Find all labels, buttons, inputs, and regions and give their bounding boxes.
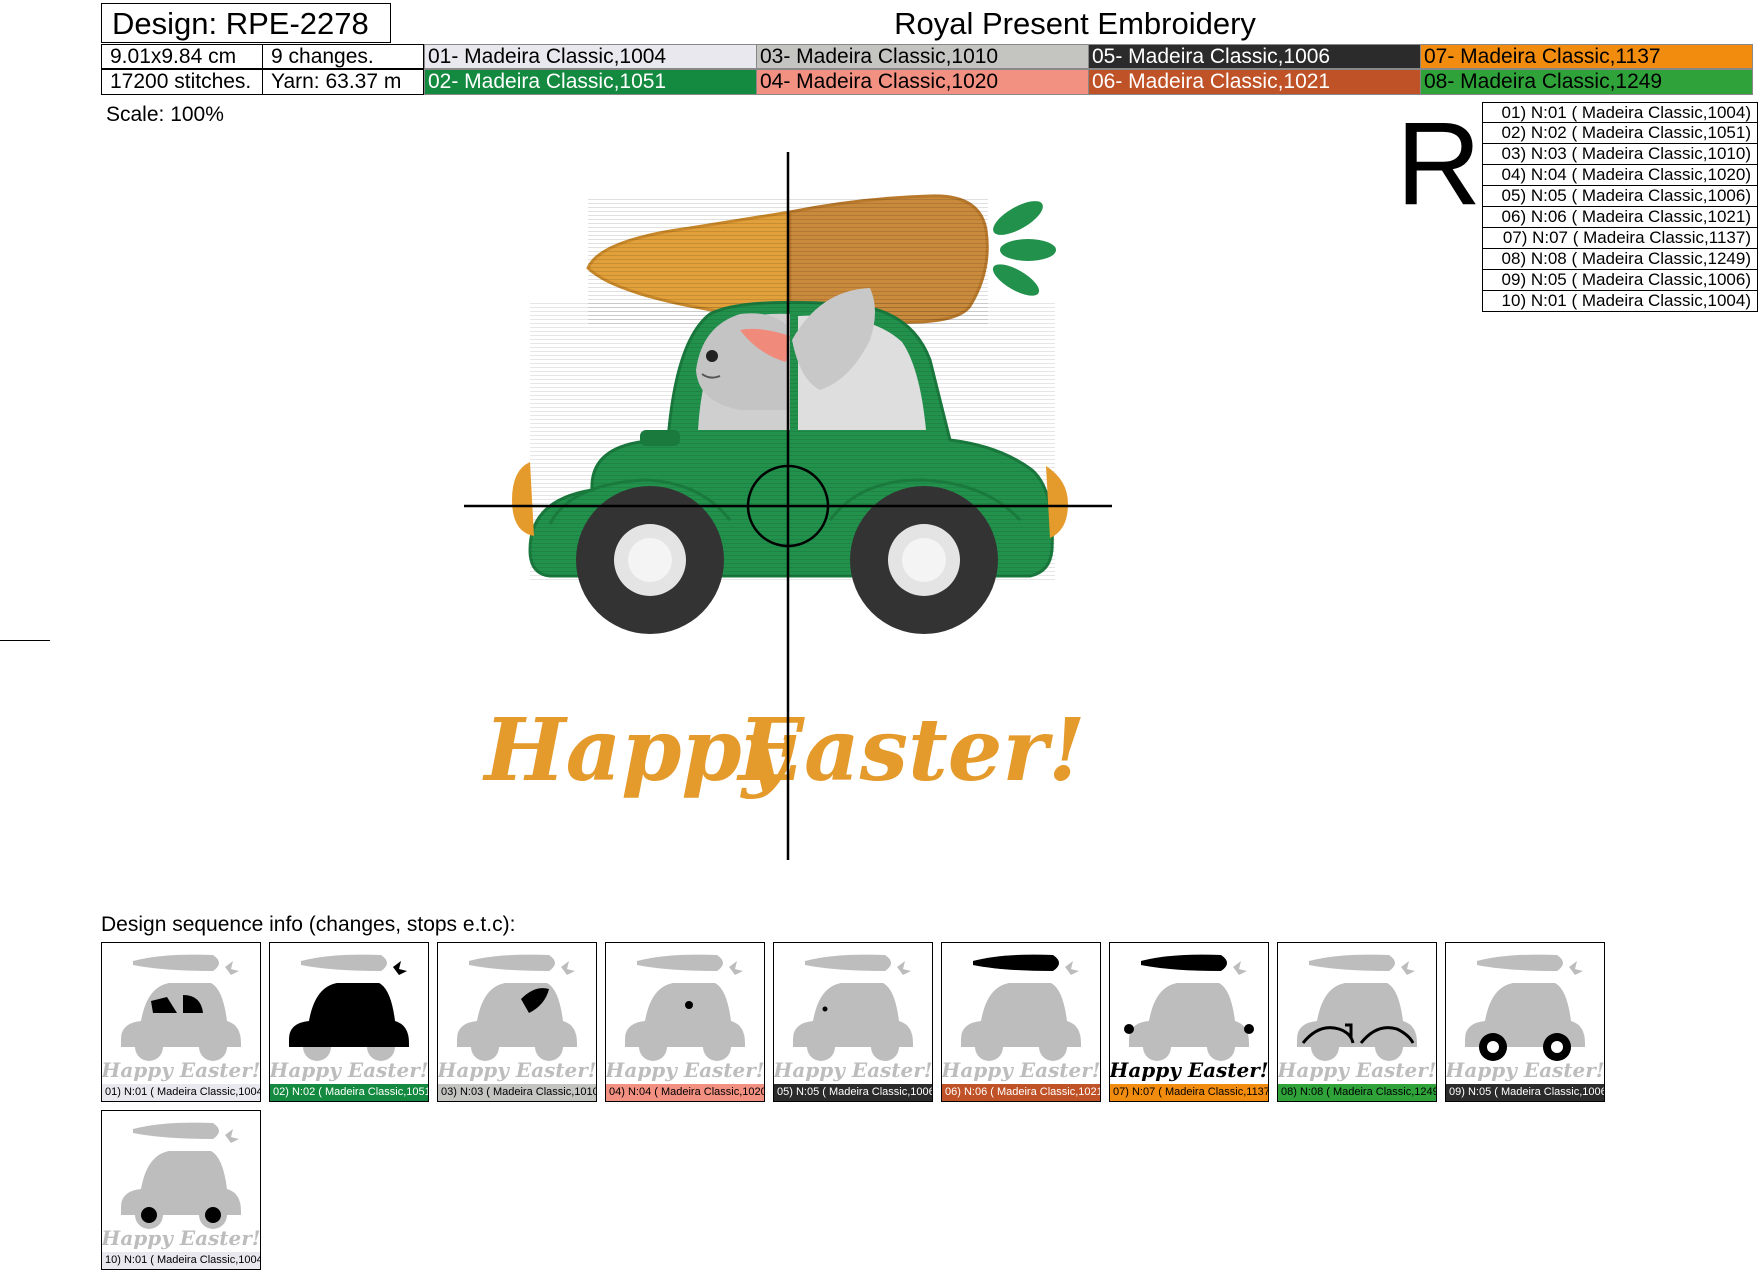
sequence-step-preview: Happy Easter! bbox=[606, 954, 764, 1082]
sequence-step-label: 02) N:02 ( Madeira Classic,1051) bbox=[270, 1084, 428, 1101]
color-swatch-4: 04- Madeira Classic,1020 bbox=[756, 69, 1089, 95]
color-swatch-5: 05- Madeira Classic,1006 bbox=[1088, 44, 1421, 69]
legend-row-9: 09) N:05 ( Madeira Classic,1006) bbox=[1482, 270, 1758, 291]
legend-row-2: 02) N:02 ( Madeira Classic,1051) bbox=[1482, 123, 1758, 144]
yarn-length: Yarn: 63.37 m bbox=[262, 69, 424, 95]
sequence-step-preview: Happy Easter! bbox=[102, 954, 260, 1082]
sequence-step-10: Happy Easter! 10) N:01 ( Madeira Classic… bbox=[101, 1110, 261, 1270]
legend-row-4: 04) N:04 ( Madeira Classic,1020) bbox=[1482, 165, 1758, 186]
sequence-step-label: 03) N:03 ( Madeira Classic,1010) bbox=[438, 1084, 596, 1101]
color-swatch-2: 02- Madeira Classic,1051 bbox=[424, 69, 757, 95]
sequence-step-text: Happy Easter! bbox=[102, 1226, 260, 1250]
design-artwork: Happy Easter! bbox=[464, 152, 1112, 860]
color-swatch-3: 03- Madeira Classic,1010 bbox=[756, 44, 1089, 69]
sequence-step-3: Happy Easter! 03) N:03 ( Madeira Classic… bbox=[437, 942, 597, 1102]
sequence-step-6: Happy Easter! 06) N:06 ( Madeira Classic… bbox=[941, 942, 1101, 1102]
page-edge-tick bbox=[0, 640, 50, 641]
sequence-step-label: 10) N:01 ( Madeira Classic,1004) bbox=[102, 1252, 260, 1269]
bunny-eye bbox=[706, 350, 718, 362]
sequence-step-preview: Happy Easter! bbox=[1278, 954, 1436, 1082]
sequence-step-label: 08) N:08 ( Madeira Classic,1249) bbox=[1278, 1084, 1436, 1101]
sequence-step-preview: Happy Easter! bbox=[942, 954, 1100, 1082]
sequence-step-preview: Happy Easter! bbox=[102, 1122, 260, 1250]
legend-row-5: 05) N:05 ( Madeira Classic,1006) bbox=[1482, 186, 1758, 207]
sequence-step-preview: Happy Easter! bbox=[774, 954, 932, 1082]
sequence-step-label: 01) N:01 ( Madeira Classic,1004) bbox=[102, 1084, 260, 1101]
sequence-step-8: Happy Easter! 08) N:08 ( Madeira Classic… bbox=[1277, 942, 1437, 1102]
sequence-step-text: Happy Easter! bbox=[774, 1058, 932, 1082]
sequence-step-5: Happy Easter! 05) N:05 ( Madeira Classic… bbox=[773, 942, 933, 1102]
legend-row-7: 07) N:07 ( Madeira Classic,1137) bbox=[1482, 228, 1758, 249]
orientation-mark: R bbox=[1396, 98, 1482, 230]
stitch-count: 17200 stitches. bbox=[101, 69, 263, 95]
legend-row-1: 01) N:01 ( Madeira Classic,1004) bbox=[1482, 102, 1758, 123]
sequence-step-7: Happy Easter! 07) N:07 ( Madeira Classic… bbox=[1109, 942, 1269, 1102]
scale-label: Scale: 100% bbox=[106, 103, 224, 126]
sequence-step-text: Happy Easter! bbox=[606, 1058, 764, 1082]
sequence-step-text: Happy Easter! bbox=[1446, 1058, 1604, 1082]
color-swatch-8: 08- Madeira Classic,1249 bbox=[1420, 69, 1753, 95]
sequence-step-text: Happy Easter! bbox=[270, 1058, 428, 1082]
legend-row-6: 06) N:06 ( Madeira Classic,1021) bbox=[1482, 207, 1758, 228]
sequence-step-text: Happy Easter! bbox=[1278, 1058, 1436, 1082]
sequence-step-preview: Happy Easter! bbox=[1110, 954, 1268, 1082]
color-swatch-6: 06- Madeira Classic,1021 bbox=[1088, 69, 1421, 95]
sequence-step-label: 07) N:07 ( Madeira Classic,1137) bbox=[1110, 1084, 1268, 1101]
company-name: Royal Present Embroidery bbox=[894, 6, 1256, 41]
sequence-step-text: Happy Easter! bbox=[1110, 1058, 1268, 1082]
sequence-step-label: 05) N:05 ( Madeira Classic,1006) bbox=[774, 1084, 932, 1101]
sequence-step-text: Happy Easter! bbox=[942, 1058, 1100, 1082]
design-preview: Happy Easter! bbox=[440, 140, 1140, 880]
carrot-leaves bbox=[992, 201, 1056, 296]
sequence-step-9: Happy Easter! 09) N:05 ( Madeira Classic… bbox=[1445, 942, 1605, 1102]
thread-legend: 01) N:01 ( Madeira Classic,1004) 02) N:02… bbox=[1482, 102, 1758, 312]
sequence-step-2: Happy Easter! 02) N:02 ( Madeira Classic… bbox=[269, 942, 429, 1102]
sequence-title: Design sequence info (changes, stops e.t… bbox=[101, 913, 516, 936]
car-door-handle bbox=[640, 430, 680, 446]
legend-row-10: 10) N:01 ( Madeira Classic,1004) bbox=[1482, 291, 1758, 312]
sequence-step-1: Happy Easter! 01) N:01 ( Madeira Classic… bbox=[101, 942, 261, 1102]
sequence-step-label: 09) N:05 ( Madeira Classic,1006) bbox=[1446, 1084, 1604, 1101]
sequence-step-4: Happy Easter! 04) N:04 ( Madeira Classic… bbox=[605, 942, 765, 1102]
color-changes: 9 changes. bbox=[262, 44, 424, 69]
sequence-step-preview: Happy Easter! bbox=[438, 954, 596, 1082]
sequence-step-preview: Happy Easter! bbox=[270, 954, 428, 1082]
sequence-step-text: Happy Easter! bbox=[102, 1058, 260, 1082]
sequence-step-text: Happy Easter! bbox=[438, 1058, 596, 1082]
color-swatch-7: 07- Madeira Classic,1137 bbox=[1420, 44, 1753, 69]
color-swatch-1: 01- Madeira Classic,1004 bbox=[424, 44, 757, 69]
sequence-step-preview: Happy Easter! bbox=[1446, 954, 1604, 1082]
design-title: Design: RPE-2278 bbox=[101, 3, 391, 43]
sequence-step-label: 04) N:04 ( Madeira Classic,1020) bbox=[606, 1084, 764, 1101]
sequence-step-label: 06) N:06 ( Madeira Classic,1021) bbox=[942, 1084, 1100, 1101]
legend-row-8: 08) N:08 ( Madeira Classic,1249) bbox=[1482, 249, 1758, 270]
legend-row-3: 03) N:03 ( Madeira Classic,1010) bbox=[1482, 144, 1758, 165]
design-size: 9.01x9.84 cm bbox=[101, 44, 263, 69]
